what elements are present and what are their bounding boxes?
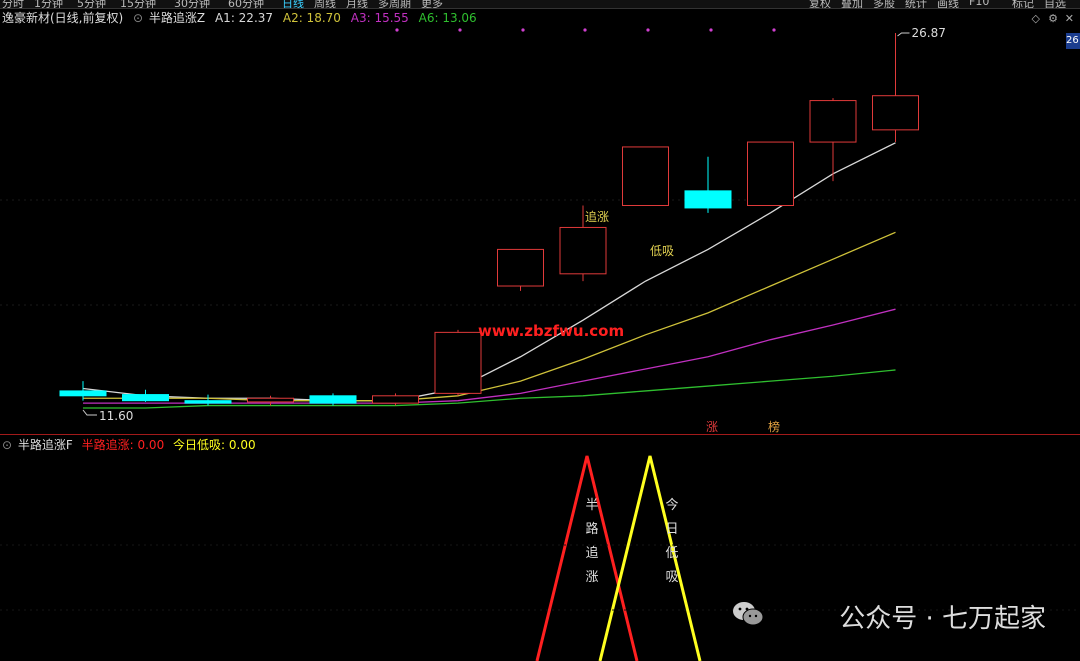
candle-body xyxy=(247,397,294,403)
candle-body xyxy=(684,190,732,209)
wechat-icon xyxy=(733,602,764,626)
candle-body xyxy=(184,400,232,404)
low-price-label: 11.60 xyxy=(99,409,133,423)
site-watermark: www.zbzfwu.com xyxy=(478,322,624,340)
signal-triangle-1 xyxy=(598,455,702,661)
pane-divider[interactable] xyxy=(0,434,1080,435)
candle-body xyxy=(622,146,669,206)
candle-body xyxy=(559,226,607,275)
signal1-vertical-label: 半路追涨 xyxy=(585,498,599,585)
lower-indicator-header: ⊙ 半路追涨F 半路追涨: 0.00 今日低吸: 0.00 xyxy=(0,436,261,452)
signal-dot xyxy=(583,28,587,32)
signal-dot xyxy=(395,28,399,32)
board-label: 榜 xyxy=(768,419,780,434)
candle-body xyxy=(809,100,857,143)
candle-body xyxy=(309,395,357,404)
lower-toggle-icon[interactable]: ⊙ xyxy=(2,438,12,452)
signal1-value: 半路追涨: 0.00 xyxy=(81,438,165,452)
low-marker xyxy=(82,409,97,416)
signal-dot xyxy=(521,28,525,32)
candle-body xyxy=(434,331,482,394)
lower-indicator-name[interactable]: 半路追涨F xyxy=(18,438,73,452)
candle-body xyxy=(122,394,169,402)
signal2-value: 今日低吸: 0.00 xyxy=(173,438,256,452)
signal-dot xyxy=(458,28,462,32)
chase-label: 追涨 xyxy=(585,209,609,224)
high-marker xyxy=(897,32,910,37)
candle-body xyxy=(372,395,419,404)
candle-body xyxy=(497,248,544,287)
dip-buy-label: 低吸 xyxy=(650,244,674,258)
signal2-vertical-label: 今日低吸 xyxy=(665,498,679,585)
high-price-label: 26.87 xyxy=(912,26,946,40)
signal-dot xyxy=(646,28,650,32)
kline-chart[interactable]: 26.87 11.60 追涨低吸涨 榜 www.zbzfwu.com xyxy=(0,0,1080,661)
limit-up-label: 涨 xyxy=(706,419,718,434)
signal-dot xyxy=(709,28,713,32)
candle-body xyxy=(59,390,107,397)
wechat-watermark: 公众号 · 七万起家 xyxy=(839,604,1046,634)
signal-dot xyxy=(772,28,776,32)
candle-body xyxy=(747,141,794,206)
candle-body xyxy=(872,95,919,131)
ma-line-A2 xyxy=(83,231,896,402)
